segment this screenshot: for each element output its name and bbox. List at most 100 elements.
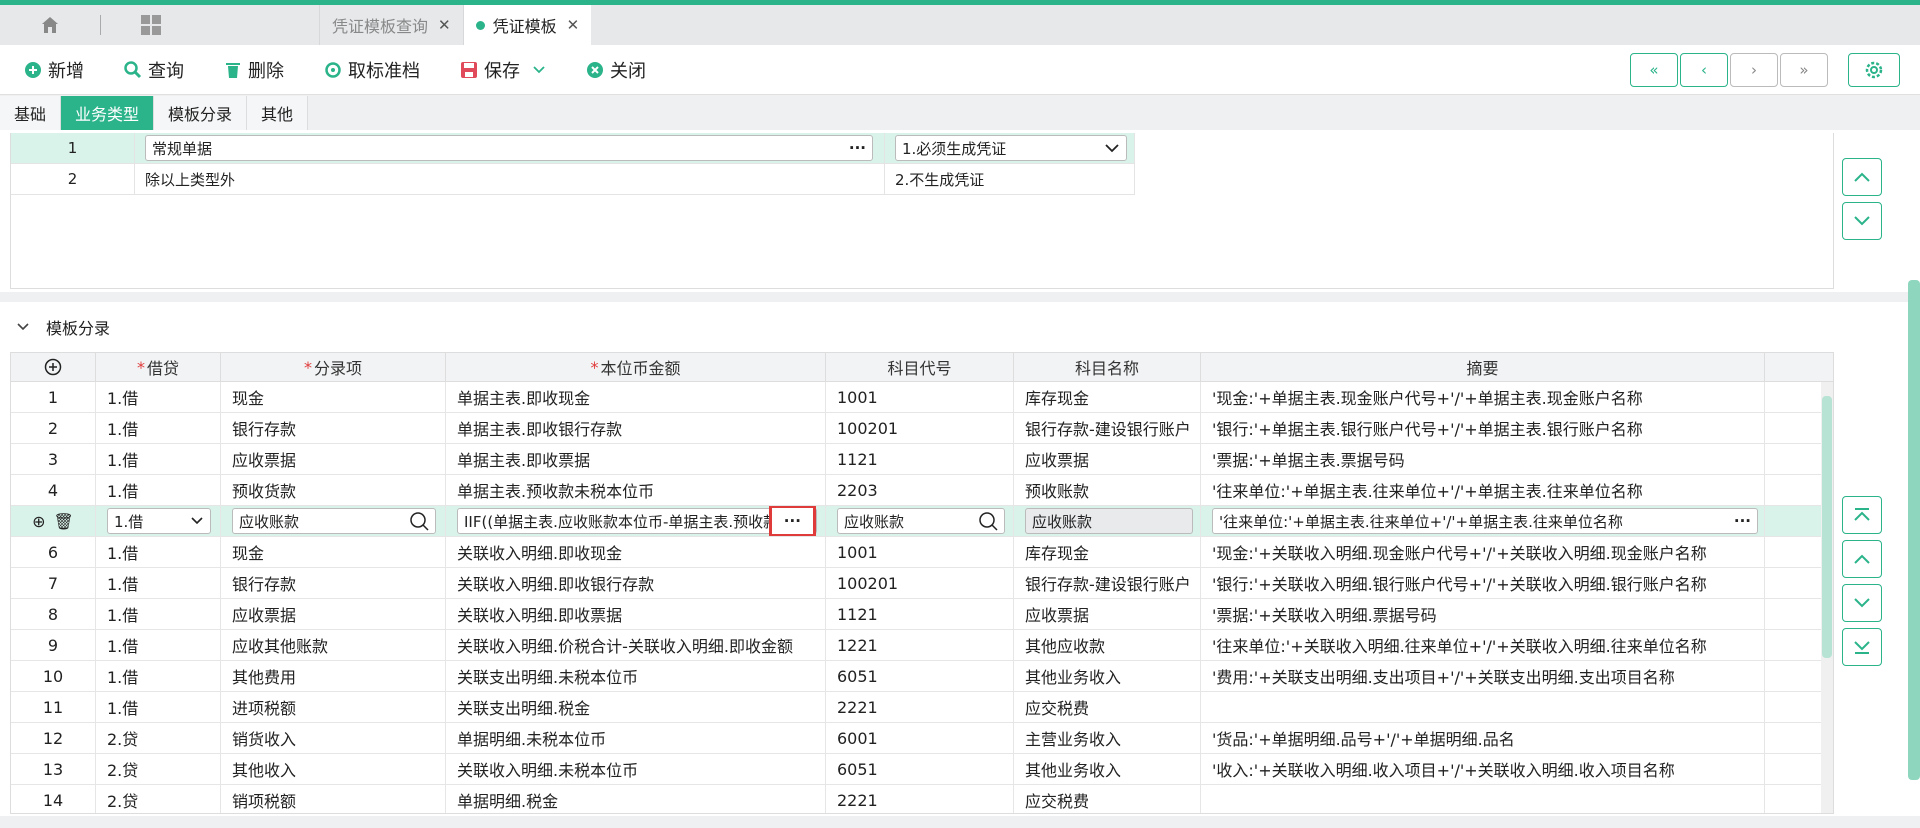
debit-credit-cell[interactable]: 1.借: [96, 413, 221, 443]
entry-item-cell[interactable]: 其他费用: [221, 661, 446, 691]
unmark-standard-button[interactable]: 取标准档: [324, 57, 420, 83]
entry-item-cell[interactable]: 其他收入: [221, 754, 446, 784]
amount-cell[interactable]: 关联支出明细.税金: [446, 692, 826, 722]
entry-item-cell[interactable]: 银行存款: [221, 413, 446, 443]
summary-cell[interactable]: '收入:'+关联收入明细.收入项目+'/'+关联收入明细.收入项目名称: [1201, 754, 1765, 784]
table-row[interactable]: 9 1.借 应收其他账款 关联收入明细.价税合计-关联收入明细.即收金额 1221 其他应…: [11, 630, 1823, 661]
tab-basic[interactable]: 基础: [0, 96, 62, 130]
debit-credit-cell[interactable]: 2.贷: [96, 723, 221, 753]
move-down-button[interactable]: [1842, 584, 1882, 622]
voucher-rule-select[interactable]: 1.必须生成凭证: [895, 135, 1127, 161]
account-name-cell[interactable]: 主营业务收入: [1014, 723, 1201, 753]
amount-cell[interactable]: 关联收入明细.即收现金: [446, 537, 826, 567]
summary-cell[interactable]: '现金:'+关联收入明细.现金账户代号+'/'+关联收入明细.现金账户名称: [1201, 537, 1765, 567]
amount-cell[interactable]: 关联收入明细.价税合计-关联收入明细.即收金额: [446, 630, 826, 660]
tab-voucher-template[interactable]: 凭证模板 ✕: [462, 5, 592, 45]
summary-cell[interactable]: '往来单位:'+关联收入明细.往来单位+'/'+关联收入明细.往来单位名称: [1201, 630, 1765, 660]
summary-cell[interactable]: '费用:'+关联支出明细.支出项目+'/'+关联支出明细.支出项目名称: [1201, 661, 1765, 691]
tab-template-entries[interactable]: 模板分录: [154, 96, 248, 130]
debit-credit-cell[interactable]: 1.借: [96, 506, 221, 536]
add-button[interactable]: 新增: [24, 57, 84, 83]
entry-item-cell[interactable]: 应收票据: [221, 599, 446, 629]
summary-cell[interactable]: '货品:'+单据明细.品号+'/'+单据明细.品名: [1201, 723, 1765, 753]
move-down-button[interactable]: [1842, 202, 1882, 240]
account-name-cell[interactable]: 应交税费: [1014, 692, 1201, 722]
account-code-cell[interactable]: 1221: [826, 630, 1014, 660]
move-top-button[interactable]: [1842, 496, 1882, 534]
entry-item-lookup[interactable]: 应收账款: [232, 508, 436, 534]
account-name-cell[interactable]: 其他业务收入: [1014, 661, 1201, 691]
table-row[interactable]: 12 2.贷 销货收入 单据明细.未税本位币 6001 主营业务收入 '货品:'+单据明细.…: [11, 723, 1823, 754]
amount-cell[interactable]: IIF((单据主表.应收账款本位币-单据主表.预收款 ···: [446, 506, 826, 536]
amount-cell[interactable]: 单据主表.即收票据: [446, 444, 826, 474]
last-record-button[interactable]: »: [1780, 53, 1828, 87]
settings-button[interactable]: [1848, 53, 1900, 87]
summary-cell[interactable]: '往来单位:'+单据主表.往来单位+'/'+单据主表.往来单位名称: [1201, 475, 1765, 505]
entry-item-cell[interactable]: 销项税额: [221, 785, 446, 813]
table-row[interactable]: 2 除以上类型外 2.不生成凭证: [11, 164, 1135, 195]
entry-item-cell[interactable]: 应收票据: [221, 444, 446, 474]
summary-cell[interactable]: '往来单位:'+单据主表.往来单位+'/'+单据主表.往来单位名称 ···: [1201, 506, 1765, 536]
save-button[interactable]: 保存: [460, 57, 546, 83]
account-code-cell[interactable]: 应收账款: [826, 506, 1014, 536]
table-row[interactable]: 10 1.借 其他费用 关联支出明细.未税本位币 6051 其他业务收入 '费用:'+关联支…: [11, 661, 1823, 692]
previous-record-button[interactable]: ‹: [1680, 53, 1728, 87]
summary-cell[interactable]: '现金:'+单据主表.现金账户代号+'/'+单据主表.现金账户名称: [1201, 382, 1765, 412]
amount-cell[interactable]: 单据主表.即收银行存款: [446, 413, 826, 443]
amount-cell[interactable]: 单据明细.未税本位币: [446, 723, 826, 753]
more-icon[interactable]: ···: [1734, 512, 1751, 530]
entry-item-cell[interactable]: 应收账款: [221, 506, 446, 536]
table-row[interactable]: 2 1.借 银行存款 单据主表.即收银行存款 100201 银行存款-建设银行账户 '银行:…: [11, 413, 1823, 444]
summary-cell[interactable]: '银行:'+关联收入明细.银行账户代号+'/'+关联收入明细.银行账户名称: [1201, 568, 1765, 598]
entry-item-cell[interactable]: 进项税额: [221, 692, 446, 722]
account-name-cell[interactable]: 预收账款: [1014, 475, 1201, 505]
debit-credit-cell[interactable]: 1.借: [96, 661, 221, 691]
debit-credit-cell[interactable]: 1.借: [96, 382, 221, 412]
account-code-cell[interactable]: 6051: [826, 754, 1014, 784]
business-type-cell[interactable]: 除以上类型外: [135, 164, 885, 194]
account-code-cell[interactable]: 6001: [826, 723, 1014, 753]
account-code-cell[interactable]: 1121: [826, 444, 1014, 474]
account-code-cell[interactable]: 1001: [826, 537, 1014, 567]
tab-other[interactable]: 其他: [247, 96, 309, 130]
debit-credit-cell[interactable]: 1.借: [96, 475, 221, 505]
section-header[interactable]: 模板分录: [16, 315, 110, 339]
summary-cell[interactable]: '票据:'+单据主表.票据号码: [1201, 444, 1765, 474]
close-icon[interactable]: ✕: [438, 16, 451, 34]
tab-voucher-template-query[interactable]: 凭证模板查询 ✕: [319, 5, 463, 45]
table-row[interactable]: 11 1.借 进项税额 关联支出明细.税金 2221 应交税费: [11, 692, 1823, 723]
debit-credit-cell[interactable]: 1.借: [96, 599, 221, 629]
entry-item-cell[interactable]: 应收其他账款: [221, 630, 446, 660]
account-name-cell[interactable]: 应交税费: [1014, 785, 1201, 813]
apps-button[interactable]: [101, 5, 201, 45]
move-up-button[interactable]: [1842, 158, 1882, 196]
vertical-scrollbar[interactable]: [1821, 382, 1833, 813]
debit-credit-cell[interactable]: 1.借: [96, 692, 221, 722]
summary-cell[interactable]: '票据:'+关联收入明细.票据号码: [1201, 599, 1765, 629]
insert-row-icon[interactable]: ⊕: [32, 512, 45, 531]
account-code-cell[interactable]: 2221: [826, 692, 1014, 722]
scrollbar-thumb[interactable]: [1822, 396, 1832, 658]
account-code-cell[interactable]: 100201: [826, 568, 1014, 598]
account-code-cell[interactable]: 6051: [826, 661, 1014, 691]
amount-cell[interactable]: 单据主表.预收款未税本位币: [446, 475, 826, 505]
amount-cell[interactable]: 关联收入明细.即收票据: [446, 599, 826, 629]
entry-item-cell[interactable]: 预收货款: [221, 475, 446, 505]
voucher-rule-cell[interactable]: 1.必须生成凭证: [885, 133, 1135, 163]
entry-item-cell[interactable]: 现金: [221, 382, 446, 412]
move-bottom-button[interactable]: [1842, 628, 1882, 666]
table-row[interactable]: 14 2.贷 销项税额 单据明细.税金 2221 应交税费: [11, 785, 1823, 813]
summary-field[interactable]: '往来单位:'+单据主表.往来单位+'/'+单据主表.往来单位名称 ···: [1212, 508, 1758, 534]
home-button[interactable]: [0, 5, 100, 45]
account-name-cell[interactable]: 银行存款-建设银行账户: [1014, 413, 1201, 443]
more-icon[interactable]: ···: [849, 139, 866, 157]
account-code-lookup[interactable]: 应收账款: [837, 508, 1005, 534]
account-name-cell[interactable]: 应收票据: [1014, 444, 1201, 474]
account-name-cell[interactable]: 其他业务收入: [1014, 754, 1201, 784]
account-name-cell[interactable]: 库存现金: [1014, 382, 1201, 412]
debit-credit-cell[interactable]: 2.贷: [96, 754, 221, 784]
entry-item-cell[interactable]: 销货收入: [221, 723, 446, 753]
amount-cell[interactable]: 关联支出明细.未税本位币: [446, 661, 826, 691]
table-row[interactable]: 7 1.借 银行存款 关联收入明细.即收银行存款 100201 银行存款-建设银行账户 '银…: [11, 568, 1823, 599]
more-icon[interactable]: ···: [768, 506, 816, 536]
